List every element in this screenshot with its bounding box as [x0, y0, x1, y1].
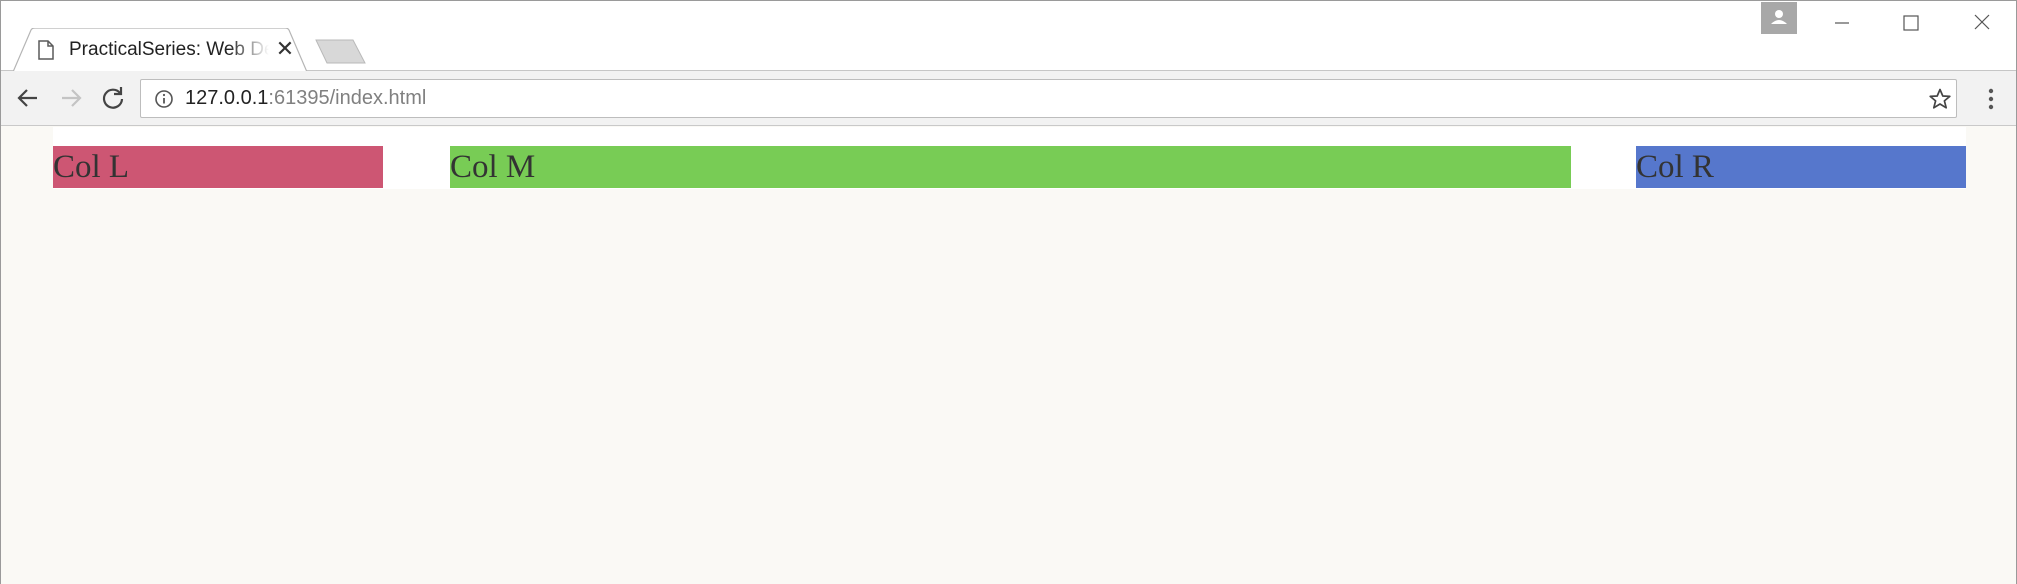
- info-icon[interactable]: [154, 89, 174, 109]
- window-close-icon[interactable]: [1959, 7, 2005, 37]
- column-middle: Col M: [450, 146, 1571, 188]
- person-icon: [1771, 10, 1787, 24]
- profile-button[interactable]: [1761, 2, 1797, 34]
- page-content: Col L Col M Col R: [1, 127, 2016, 584]
- kebab-menu-icon[interactable]: [1981, 85, 2001, 113]
- maximize-icon[interactable]: [1888, 7, 1934, 37]
- browser-window: PracticalSeries: Web Development ✕: [0, 0, 2017, 584]
- url-text: 127.0.0.1:61395/index.html: [185, 87, 426, 110]
- close-icon[interactable]: ✕: [275, 38, 295, 60]
- reload-icon[interactable]: [99, 84, 127, 112]
- column-left: Col L: [53, 146, 383, 188]
- forward-arrow-icon[interactable]: [57, 84, 85, 112]
- address-bar[interactable]: 127.0.0.1:61395/index.html: [140, 79, 1957, 118]
- tab-title: PracticalSeries: Web Development: [69, 39, 269, 60]
- back-arrow-icon[interactable]: [14, 84, 42, 112]
- column-right: Col R: [1636, 146, 1966, 188]
- url-host: 127.0.0.1: [185, 87, 269, 109]
- star-icon[interactable]: [1928, 87, 1952, 111]
- new-tab-button[interactable]: [315, 38, 367, 65]
- tab-strip: PracticalSeries: Web Development ✕: [1, 1, 2016, 72]
- document-icon: [37, 40, 55, 60]
- tab-active[interactable]: PracticalSeries: Web Development ✕: [13, 28, 308, 72]
- column-row: Col L Col M Col R: [53, 127, 1966, 189]
- minimize-icon[interactable]: [1819, 7, 1865, 37]
- url-path: :61395/index.html: [268, 87, 427, 109]
- browser-toolbar: 127.0.0.1:61395/index.html: [1, 71, 2016, 126]
